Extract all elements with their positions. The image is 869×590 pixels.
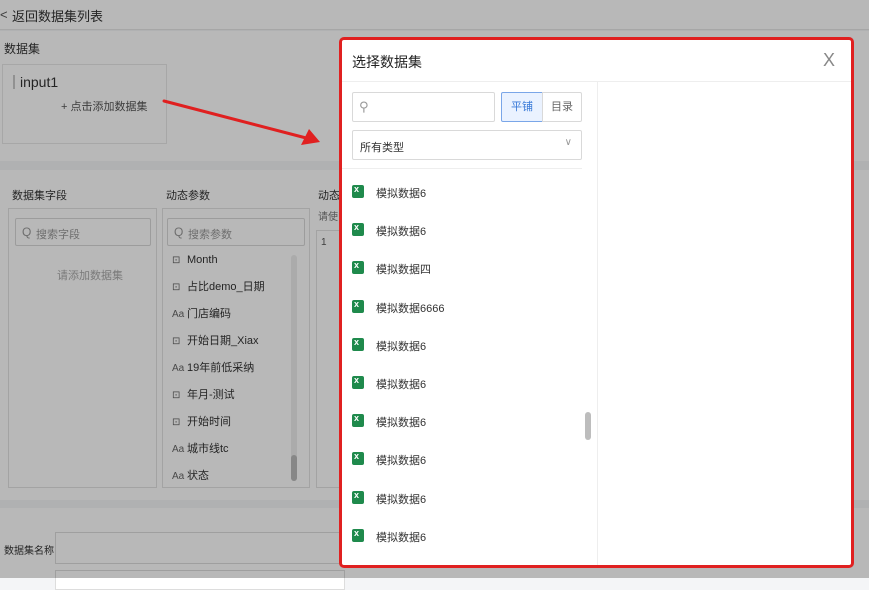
- dataset-list-item[interactable]: 模拟数据6: [352, 449, 572, 469]
- dataset-item-label: 模拟数据6: [376, 455, 427, 468]
- excel-file-icon: [352, 490, 364, 504]
- dataset-item-label: 模拟数据6: [376, 493, 427, 506]
- excel-file-icon: [352, 337, 364, 351]
- excel-file-icon: [352, 299, 364, 313]
- annotation-arrow-icon: [162, 99, 320, 145]
- dataset-list-item[interactable]: 模拟数据6: [352, 335, 572, 355]
- dataset-list-item[interactable]: 模拟数据6: [352, 526, 572, 546]
- dataset-list-scroll-thumb[interactable]: [585, 412, 591, 440]
- dataset-list-item[interactable]: 模拟数据6: [352, 182, 572, 202]
- dataset-list-item[interactable]: 模拟数据6: [352, 411, 572, 431]
- select-dataset-modal: 选择数据集 X ⚲ 平铺 目录 所有类型 ∨ 模拟数据6模拟数据6模拟数据四模拟…: [339, 37, 854, 568]
- close-icon[interactable]: X: [823, 50, 835, 71]
- dataset-item-label: 模拟数据6666: [376, 302, 445, 315]
- dataset-item-label: 模拟数据6: [376, 417, 427, 430]
- dataset-search-input[interactable]: ⚲: [352, 92, 495, 122]
- excel-file-icon: [352, 528, 364, 542]
- chevron-down-icon: ∨: [564, 137, 572, 148]
- dataset-item-label: 模拟数据6: [376, 531, 427, 544]
- type-filter-select[interactable]: 所有类型 ∨: [352, 130, 582, 160]
- dataset-item-label: 模拟数据四: [376, 264, 431, 277]
- excel-file-icon: [352, 451, 364, 466]
- modal-title: 选择数据集: [352, 54, 422, 70]
- excel-file-icon: [352, 413, 364, 428]
- dataset-item-label: 模拟数据6: [376, 340, 427, 353]
- dataset-item-label: 模拟数据6: [376, 226, 427, 239]
- dataset-list-item[interactable]: 模拟数据6: [352, 373, 572, 393]
- dataset-browser: ⚲ 平铺 目录 所有类型 ∨ 模拟数据6模拟数据6模拟数据四模拟数据6666模拟…: [342, 82, 597, 565]
- tab-directory[interactable]: 目录: [542, 92, 582, 122]
- dataset-list-item[interactable]: 模拟数据6: [352, 488, 572, 508]
- dataset-item-label: 模拟数据6: [376, 188, 427, 200]
- excel-file-icon: [352, 184, 364, 198]
- dataset-list-item[interactable]: 模拟数据6: [352, 220, 572, 240]
- dataset-preview-pane: [598, 82, 851, 565]
- tab-flat[interactable]: 平铺: [501, 92, 543, 122]
- dataset-list-item[interactable]: 模拟数据四: [352, 258, 572, 278]
- dataset-item-label: 模拟数据6: [376, 379, 427, 391]
- dataset-list-item[interactable]: 模拟数据6666: [352, 297, 572, 317]
- excel-file-icon: [352, 375, 364, 389]
- dataset-list: 模拟数据6 模拟数据6 模拟数据四模拟数据6666 模拟数据6 模拟数据6 模拟数据6 模拟…: [342, 169, 582, 565]
- type-filter-value: 所有类型: [360, 142, 404, 154]
- excel-file-icon: [352, 222, 364, 237]
- excel-file-icon: [352, 260, 364, 275]
- search-icon: ⚲: [359, 99, 369, 114]
